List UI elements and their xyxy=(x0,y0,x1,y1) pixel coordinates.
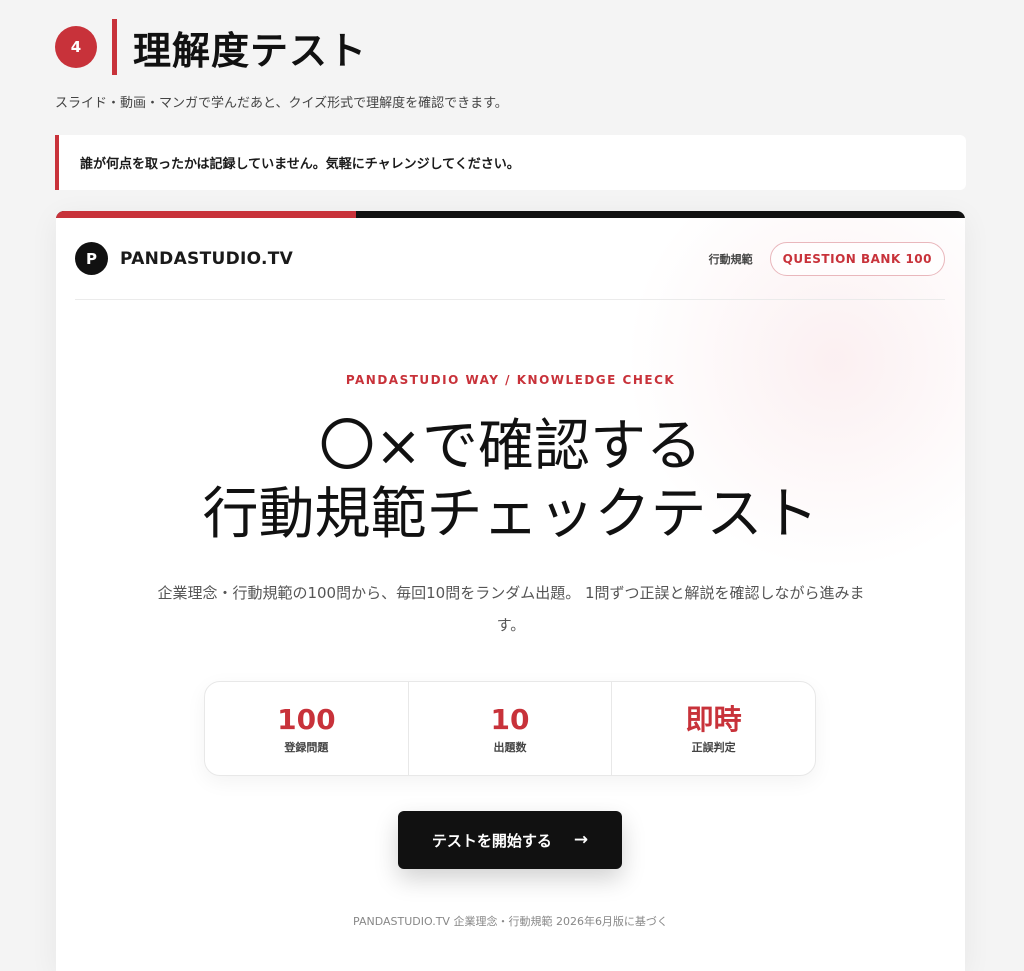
title-accent-bar xyxy=(112,19,117,75)
stat-question-count: 10 出題数 xyxy=(409,682,613,775)
privacy-notice: 誰が何点を取ったかは記録していません。気軽にチャレンジしてください。 xyxy=(55,135,966,190)
hero-title-line2: 行動規範チェックテスト xyxy=(202,482,819,547)
section-header: 4 理解度テスト xyxy=(55,18,367,76)
start-test-button[interactable]: テストを開始する → xyxy=(398,811,622,869)
stat-value: 10 xyxy=(490,702,530,736)
header-meta: 行動規範 QUESTION BANK 100 xyxy=(708,241,945,276)
card-header: P PANDASTUDIO.TV 行動規範 QUESTION BANK 100 xyxy=(75,218,945,300)
question-bank-pill: QUESTION BANK 100 xyxy=(769,241,945,276)
hero-title: 〇×で確認する 行動規範チェックテスト xyxy=(56,413,965,549)
footnote: PANDASTUDIO.TV 企業理念・行動規範 2026年6月版に基づく xyxy=(353,915,668,928)
privacy-notice-text: 誰が何点を取ったかは記録していません。気軽にチャレンジしてください。 xyxy=(80,157,520,172)
stat-label: 出題数 xyxy=(493,740,527,754)
quiz-card: P PANDASTUDIO.TV 行動規範 QUESTION BANK 100 … xyxy=(56,211,965,971)
step-number-badge: 4 xyxy=(55,26,97,68)
stat-value: 即時 xyxy=(685,702,742,736)
stat-label: 登録問題 xyxy=(284,740,329,754)
brand-name: PANDASTUDIO.TV xyxy=(120,248,294,269)
category-label: 行動規範 xyxy=(708,252,753,266)
section-title: 理解度テスト xyxy=(133,28,368,73)
hero-eyebrow: PANDASTUDIO WAY / KNOWLEDGE CHECK xyxy=(345,373,676,387)
stat-judgement: 即時 正誤判定 xyxy=(612,682,815,775)
progress-bar xyxy=(56,211,965,218)
stat-label: 正誤判定 xyxy=(691,740,736,754)
stat-registered-questions: 100 登録問題 xyxy=(205,682,409,775)
arrow-right-icon: → xyxy=(573,830,589,850)
brand-logo: P xyxy=(75,242,108,275)
hero-description: 企業理念・行動規範の100問から、毎回10問をランダム出題。 1問ずつ正誤と解説… xyxy=(157,584,865,634)
progress-bar-fill xyxy=(56,211,356,218)
section-subtitle: スライド・動画・マンガで学んだあと、クイズ形式で理解度を確認できます。 xyxy=(55,96,508,111)
start-test-label: テストを開始する xyxy=(431,831,552,850)
hero-title-line1: 〇×で確認する xyxy=(319,414,702,479)
stat-value: 100 xyxy=(277,702,336,736)
stats-panel: 100 登録問題 10 出題数 即時 正誤判定 xyxy=(204,681,816,776)
